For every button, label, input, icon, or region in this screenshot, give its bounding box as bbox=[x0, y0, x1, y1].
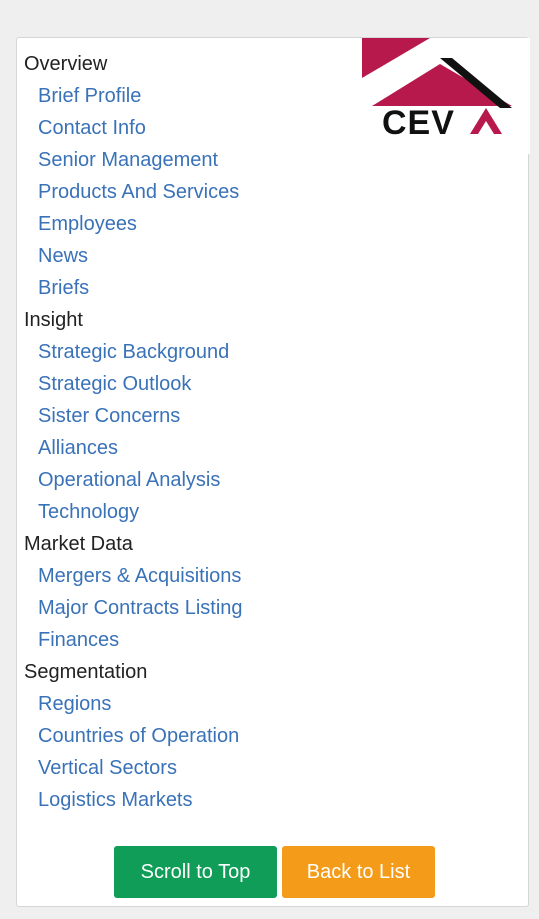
company-nav-panel: CEV Overview Brief Profile Contact Info … bbox=[16, 37, 530, 907]
back-to-list-button[interactable]: Back to List bbox=[282, 846, 435, 898]
nav-heading-market-data: Market Data bbox=[24, 533, 133, 555]
nav-link-employees[interactable]: Employees bbox=[24, 208, 243, 240]
nav-heading-segmentation: Segmentation bbox=[24, 661, 148, 683]
nav-link-briefs[interactable]: Briefs bbox=[24, 272, 243, 304]
nav-link-strategic-background[interactable]: Strategic Background bbox=[24, 336, 243, 368]
section-nav: Overview Brief Profile Contact Info Seni… bbox=[24, 48, 243, 816]
nav-link-regions[interactable]: Regions bbox=[24, 688, 243, 720]
nav-link-products-and-services[interactable]: Products And Services bbox=[24, 176, 243, 208]
nav-link-technology[interactable]: Technology bbox=[24, 496, 243, 528]
nav-link-major-contracts-listing[interactable]: Major Contracts Listing bbox=[24, 592, 243, 624]
nav-heading-overview: Overview bbox=[24, 53, 108, 75]
nav-link-news[interactable]: News bbox=[24, 240, 243, 272]
nav-link-senior-management[interactable]: Senior Management bbox=[24, 144, 243, 176]
nav-link-sister-concerns[interactable]: Sister Concerns bbox=[24, 400, 243, 432]
nav-link-alliances[interactable]: Alliances bbox=[24, 432, 243, 464]
scroll-to-top-button[interactable]: Scroll to Top bbox=[114, 846, 277, 898]
ceva-logo-graphic: CEV bbox=[362, 38, 512, 142]
logo-a-mark bbox=[470, 108, 502, 134]
nav-link-countries-of-operation[interactable]: Countries of Operation bbox=[24, 720, 243, 752]
logo-wordmark: CEV bbox=[382, 104, 455, 142]
ceva-logo: CEV bbox=[362, 38, 530, 154]
nav-link-logistics-markets[interactable]: Logistics Markets bbox=[24, 784, 243, 816]
nav-link-finances[interactable]: Finances bbox=[24, 624, 243, 656]
nav-link-operational-analysis[interactable]: Operational Analysis bbox=[24, 464, 243, 496]
nav-link-brief-profile[interactable]: Brief Profile bbox=[24, 80, 243, 112]
nav-link-strategic-outlook[interactable]: Strategic Outlook bbox=[24, 368, 243, 400]
nav-link-contact-info[interactable]: Contact Info bbox=[24, 112, 243, 144]
nav-link-vertical-sectors[interactable]: Vertical Sectors bbox=[24, 752, 243, 784]
nav-link-mergers-acquisitions[interactable]: Mergers & Acquisitions bbox=[24, 560, 243, 592]
nav-heading-insight: Insight bbox=[24, 309, 83, 331]
logo-accent-shape bbox=[362, 38, 430, 78]
